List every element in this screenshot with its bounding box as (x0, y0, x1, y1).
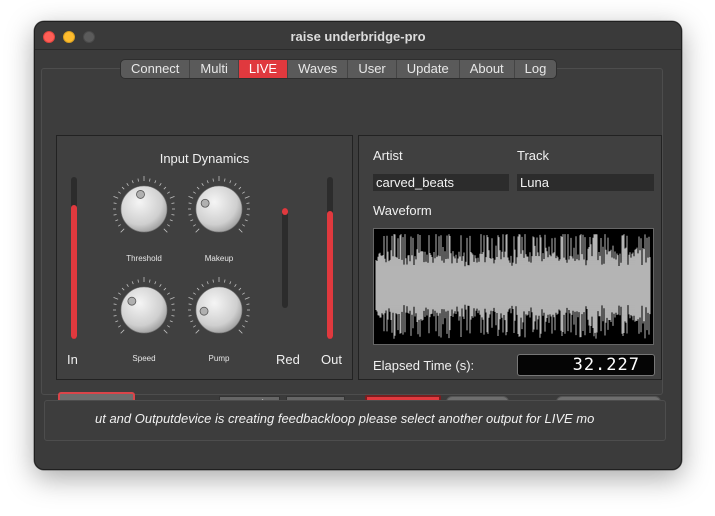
app-window: raise underbridge-pro Input Dynamics In … (34, 21, 682, 470)
tab-user[interactable]: User (348, 60, 397, 78)
pump-knob[interactable] (186, 277, 252, 343)
red-label: Red (276, 352, 300, 367)
threshold-label: Threshold (126, 254, 162, 263)
status-bar: ut and Outputdevice is creating feedback… (44, 400, 666, 441)
waveform-graphic (375, 234, 651, 339)
pump-label: Pump (208, 354, 230, 363)
window-title: raise underbridge-pro (290, 29, 426, 44)
waveform-display (373, 228, 654, 345)
tab-log[interactable]: Log (515, 60, 557, 78)
threshold-knob[interactable] (111, 176, 177, 242)
title-bar: raise underbridge-pro (35, 22, 681, 50)
in-label: In (67, 352, 78, 367)
artist-label: Artist (373, 148, 403, 163)
out-meter-fill (327, 211, 333, 339)
tab-connect[interactable]: Connect (121, 60, 191, 78)
in-meter-fill (71, 204, 77, 339)
tab-content: Input Dynamics In Threshold Makeup Speed… (41, 68, 663, 423)
out-meter (327, 177, 333, 339)
input-dynamics-panel: Input Dynamics In Threshold Makeup Speed… (56, 135, 353, 380)
track-label: Track (517, 148, 550, 163)
in-meter (71, 177, 77, 339)
track-field[interactable]: Luna (517, 174, 654, 191)
waveform-label: Waveform (373, 203, 432, 218)
tab-bar: Connect Multi LIVE Waves User Update About Log (120, 59, 558, 79)
tab-waves[interactable]: Waves (288, 60, 349, 78)
artist-field[interactable]: carved_beats (373, 174, 509, 191)
makeup-knob[interactable] (186, 176, 252, 242)
tab-about[interactable]: About (460, 60, 515, 78)
input-dynamics-title: Input Dynamics (159, 151, 250, 166)
tab-multi[interactable]: Multi (190, 60, 239, 78)
track-panel: Artist Track carved_beats Luna Waveform … (358, 135, 662, 380)
tab-live[interactable]: LIVE (238, 60, 289, 78)
tab-update[interactable]: Update (397, 60, 460, 78)
makeup-label: Makeup (204, 254, 234, 263)
reduction-meter (282, 208, 288, 308)
speed-label: Speed (132, 354, 156, 363)
reduction-meter-fill (282, 208, 288, 215)
elapsed-time-display: 32.227 (517, 354, 655, 376)
status-message: ut and Outputdevice is creating feedback… (95, 411, 595, 426)
elapsed-time-label: Elapsed Time (s): (373, 358, 475, 373)
out-label: Out (321, 352, 342, 367)
speed-knob[interactable] (111, 277, 177, 343)
